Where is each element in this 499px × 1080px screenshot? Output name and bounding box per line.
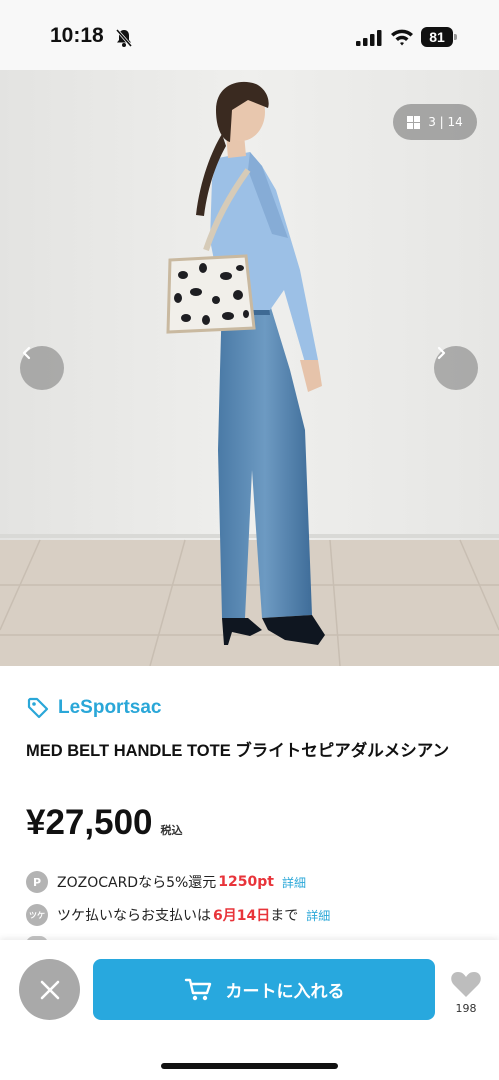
zozocard-promo: P ZOZOCARDなら5%還元 1250pt 詳細	[26, 871, 306, 893]
product-photo	[0, 70, 499, 666]
status-time: 10:18	[50, 24, 104, 47]
close-icon	[40, 980, 59, 999]
next-image-button[interactable]	[434, 346, 478, 390]
like-button[interactable]: 198	[447, 970, 485, 1015]
status-bar: 10:18 81	[0, 0, 499, 70]
like-count: 198	[455, 1002, 477, 1015]
bell-slash-icon	[115, 29, 133, 47]
battery-icon: 81	[421, 27, 457, 47]
brand-name: LeSportsac	[58, 697, 162, 718]
promo-points: 1250pt	[218, 874, 274, 890]
tsuke-promo: ツケ ツケ払いならお支払いは 6月14日 まで 詳細	[26, 904, 330, 926]
promo-detail-link[interactable]: 詳細	[282, 874, 306, 891]
wifi-icon	[391, 29, 413, 46]
promo-date: 6月14日	[213, 908, 271, 924]
signal-icon	[356, 30, 382, 46]
price-row: ¥27,500 税込	[26, 803, 183, 843]
home-indicator	[161, 1063, 338, 1069]
heart-icon	[451, 972, 481, 997]
image-counter[interactable]: 3 | 14	[393, 104, 477, 140]
previous-image-button[interactable]	[20, 346, 64, 390]
cart-icon	[184, 978, 211, 1000]
promo-text: ツケ払いならお支払いは	[57, 908, 211, 924]
promo-detail-link[interactable]: 詳細	[306, 907, 330, 924]
points-icon: P	[26, 871, 48, 893]
cart-button-label: カートに入れる	[225, 982, 345, 1002]
close-button[interactable]	[19, 959, 80, 1020]
tax-label: 税込	[160, 824, 183, 837]
add-to-cart-button[interactable]: カートに入れる	[93, 959, 435, 1020]
image-counter-text: 3 | 14	[428, 115, 463, 129]
price: ¥27,500	[26, 803, 153, 842]
product-title: MED BELT HANDLE TOTE ブライトセピアダルメシアン	[26, 742, 450, 760]
promo-text: ZOZOCARDなら5%還元	[57, 875, 217, 891]
brand-link[interactable]: LeSportsac	[26, 696, 161, 720]
chevron-left-icon	[22, 346, 31, 360]
promo-suffix: まで	[270, 908, 299, 924]
grid-icon	[407, 115, 421, 129]
chevron-right-icon	[437, 346, 446, 360]
product-image[interactable]: 3 | 14	[0, 70, 499, 666]
tag-icon	[27, 697, 49, 719]
tsuke-icon: ツケ	[26, 904, 48, 926]
battery-level: 81	[421, 27, 453, 47]
bottom-action-bar: カートに入れる 198	[0, 940, 499, 1080]
